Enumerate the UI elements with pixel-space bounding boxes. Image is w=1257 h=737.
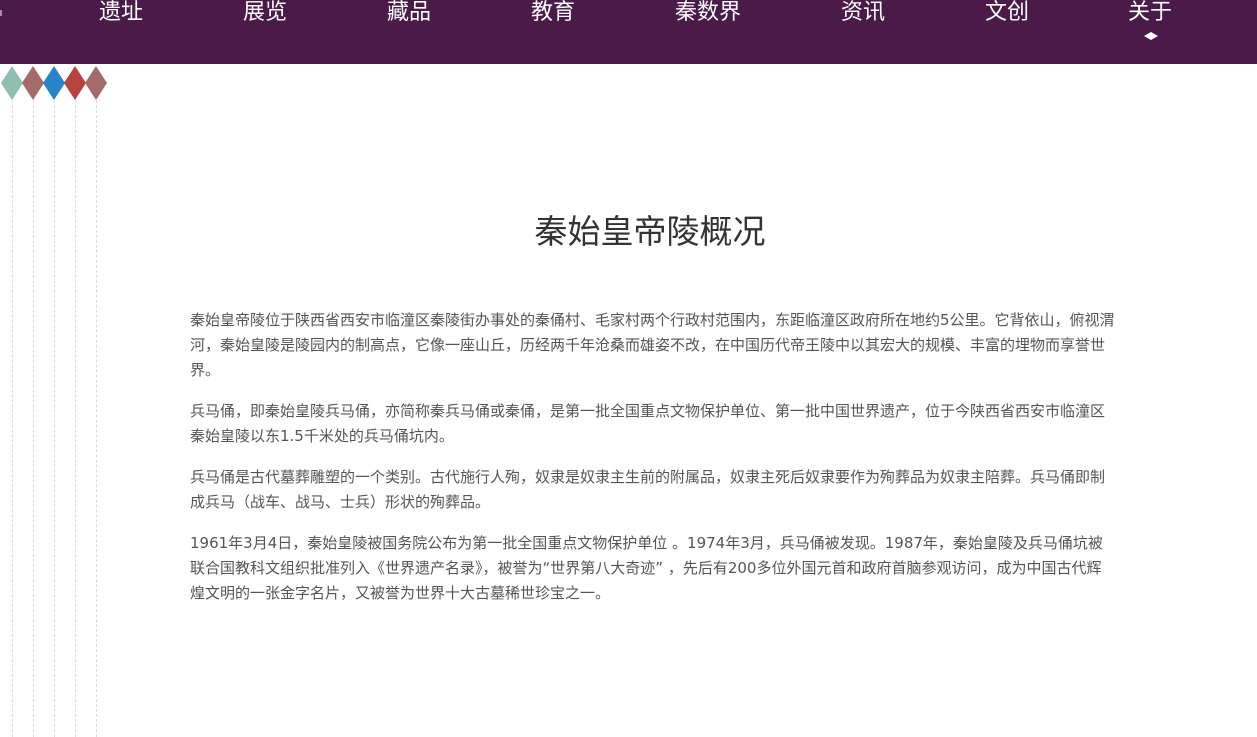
decorative-diamond-strip bbox=[0, 66, 110, 100]
top-navigation-bar: 遗址 展览 藏品 教育 秦数界 资讯 文创 关于 bbox=[0, 0, 1257, 64]
diamond-icon bbox=[22, 66, 44, 100]
nav-item-collections[interactable]: 藏品 bbox=[387, 0, 431, 28]
article-paragraph: 1961年3月4日，秦始皇陵被国务院公布为第一批全国重点文物保护单位 。1974… bbox=[190, 534, 1103, 602]
decorative-dashed-line bbox=[12, 100, 13, 737]
article-paragraph: 兵马俑，即秦始皇陵兵马俑，亦简称秦兵马俑或秦俑，是第一批全国重点文物保护单位、第… bbox=[190, 402, 1106, 445]
diamond-icon bbox=[1, 66, 23, 100]
nav-item-exhibitions[interactable]: 展览 bbox=[243, 0, 287, 28]
nav-edge-mark bbox=[0, 10, 3, 16]
article-paragraph: 秦始皇帝陵位于陕西省西安市临潼区秦陵街办事处的秦俑村、毛家村两个行政村范围内，东… bbox=[190, 311, 1115, 379]
decorative-dashed-line bbox=[33, 100, 34, 737]
decorative-dashed-line bbox=[75, 100, 76, 737]
diamond-icon bbox=[43, 66, 65, 100]
decorative-dashed-line bbox=[96, 100, 97, 737]
active-nav-indicator-icon bbox=[1144, 32, 1158, 40]
nav-item-qin-digital[interactable]: 秦数界 bbox=[675, 0, 741, 28]
decorative-dashed-line bbox=[54, 100, 55, 737]
diamond-icon bbox=[64, 66, 86, 100]
nav-item-sites[interactable]: 遗址 bbox=[99, 0, 143, 28]
diamond-icon bbox=[85, 66, 107, 100]
page-title: 秦始皇帝陵概况 bbox=[534, 212, 766, 251]
article-body: 秦始皇帝陵位于陕西省西安市临潼区秦陵街办事处的秦俑村、毛家村两个行政村范围内，东… bbox=[190, 308, 1115, 622]
nav-item-creative[interactable]: 文创 bbox=[985, 0, 1029, 28]
nav-item-news[interactable]: 资讯 bbox=[841, 0, 885, 28]
nav-item-about[interactable]: 关于 bbox=[1128, 0, 1172, 28]
article-paragraph: 兵马俑是古代墓葬雕塑的一个类别。古代施行人殉，奴隶是奴隶主生前的附属品，奴隶主死… bbox=[190, 468, 1106, 511]
nav-item-education[interactable]: 教育 bbox=[531, 0, 575, 28]
